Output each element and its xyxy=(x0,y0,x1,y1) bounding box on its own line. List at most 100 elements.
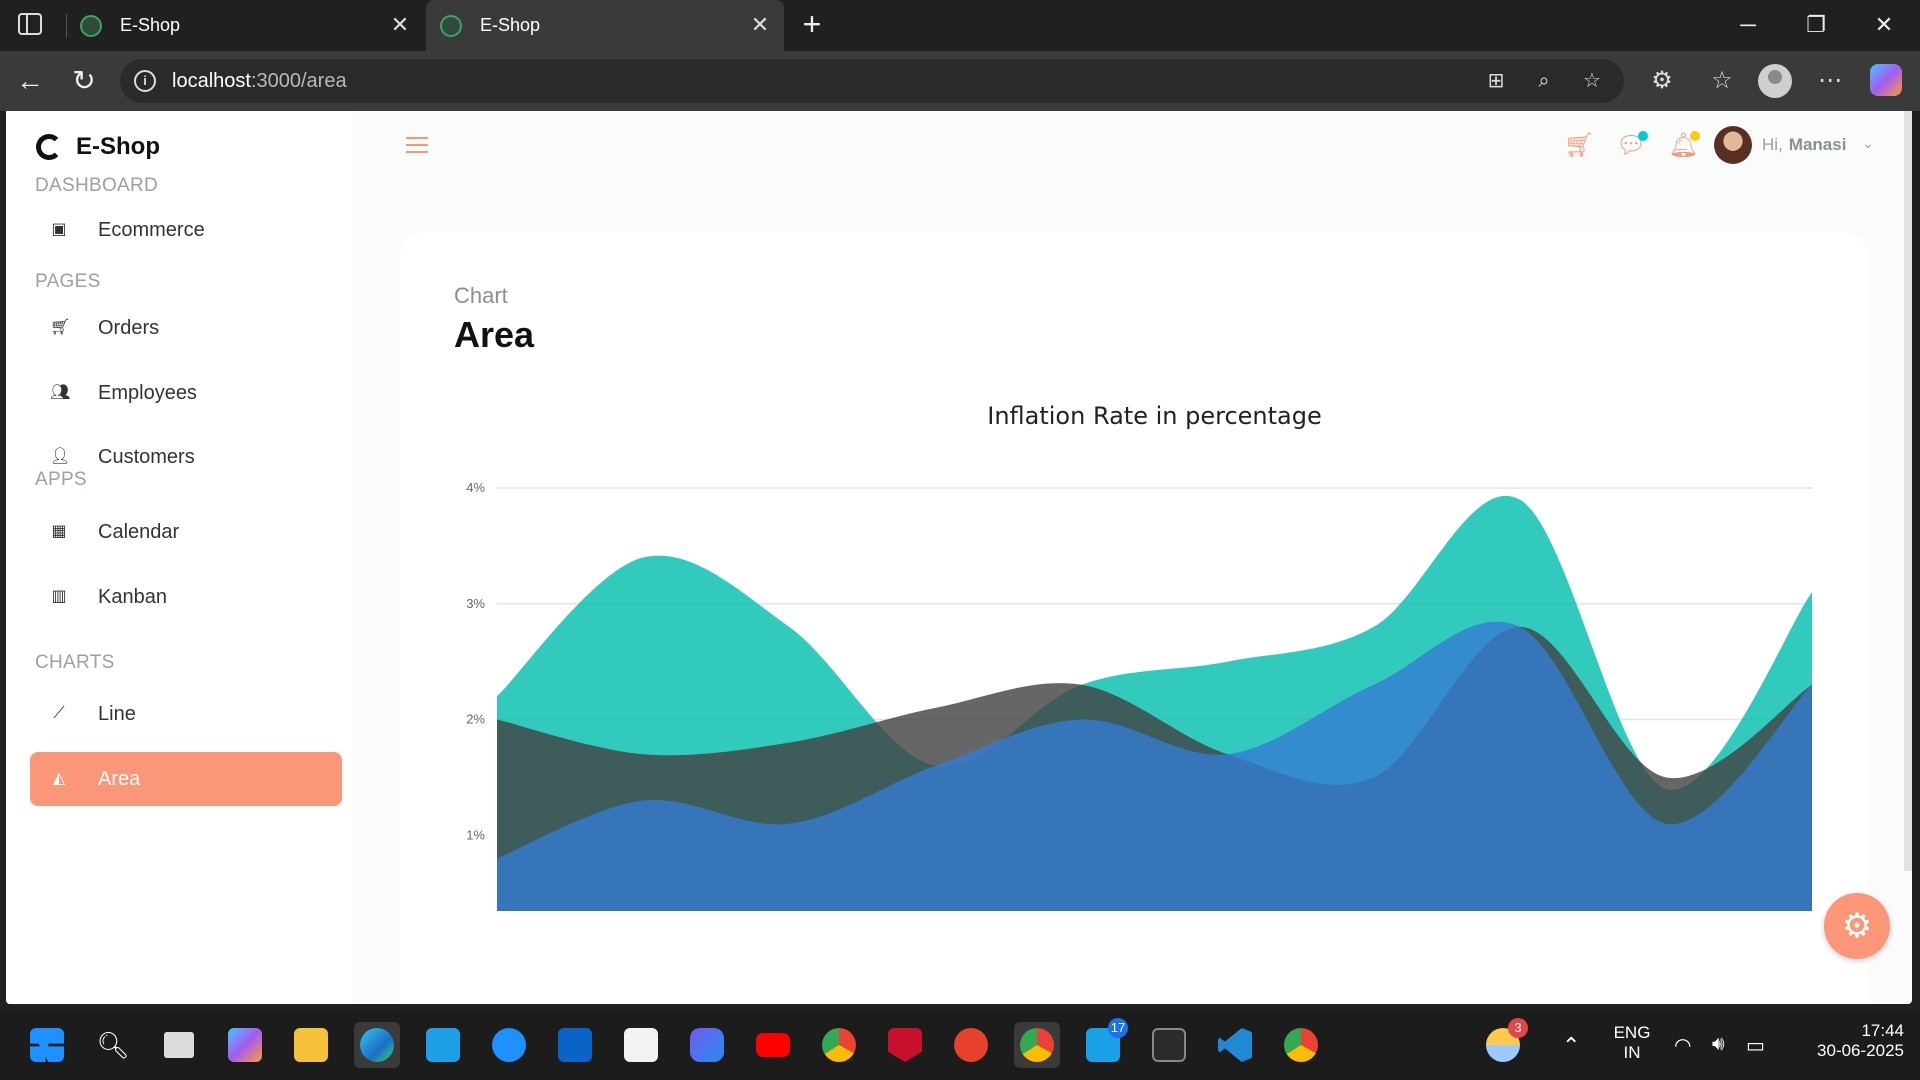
zoom-icon[interactable]: ⌕ xyxy=(1532,69,1556,93)
cart-icon[interactable]: 🛒︎ xyxy=(1564,131,1594,161)
favorite-star-icon[interactable]: ☆ xyxy=(1580,69,1604,93)
hamburger-menu-icon[interactable] xyxy=(406,137,430,157)
browser-toolbar: ← ↻ i localhost:3000/area ⊞ ⌕ ☆ ⚙ ☆ ⋯ xyxy=(0,51,1920,111)
chrome-profile-icon[interactable] xyxy=(1014,1022,1060,1068)
date: 30-06-2025 xyxy=(1817,1041,1904,1060)
bell-notification-dot xyxy=(1690,131,1700,141)
sidebar-item-employees[interactable]: 👥︎ Employees xyxy=(30,366,342,420)
edge-icon[interactable] xyxy=(354,1022,400,1068)
sidebar-item-area[interactable]: ◭ Area xyxy=(30,752,342,806)
mcafee-icon[interactable] xyxy=(882,1022,928,1068)
start-icon[interactable] xyxy=(24,1022,70,1068)
address-input[interactable]: i localhost:3000/area ⊞ ⌕ ☆ xyxy=(120,59,1624,103)
url-path: :3000/area xyxy=(250,69,347,92)
chrome-icon[interactable] xyxy=(816,1022,862,1068)
kanban-icon: ▥ xyxy=(51,588,67,605)
search-icon[interactable]: 🔍︎ xyxy=(90,1022,136,1068)
shopping-bag-icon: ▣ xyxy=(51,221,67,238)
sidebar-item-label: Ecommerce xyxy=(98,218,205,241)
section-charts: CHARTS xyxy=(35,652,115,673)
wifi-icon[interactable]: ◠ xyxy=(1674,1033,1691,1058)
close-window-icon[interactable]: ✕ xyxy=(1864,8,1904,42)
vscode-icon[interactable] xyxy=(1212,1022,1258,1068)
browser-tab-active[interactable]: E-Shop ✕ xyxy=(426,0,784,51)
sidebar-item-ecommerce[interactable]: ▣ Ecommerce xyxy=(30,203,342,257)
y-tick-label: 4% xyxy=(466,480,485,495)
wps-office-icon[interactable] xyxy=(948,1022,994,1068)
store-icon[interactable] xyxy=(618,1022,664,1068)
clock[interactable]: 17:44 30-06-2025 xyxy=(1792,1021,1904,1061)
section-pages: PAGES xyxy=(35,271,101,292)
chevron-down-icon[interactable]: ⌄ xyxy=(1862,135,1874,152)
settings-gear-icon[interactable]: ⚙ xyxy=(1824,893,1890,959)
refresh-icon[interactable]: ↻ xyxy=(68,65,100,97)
profile-icon[interactable] xyxy=(1758,64,1792,98)
weather-icon[interactable]: 3 xyxy=(1480,1018,1528,1068)
teams-icon[interactable]: 17 xyxy=(1080,1018,1128,1068)
user-name: Manasi xyxy=(1788,135,1847,154)
outlook-icon[interactable] xyxy=(552,1022,598,1068)
help-icon[interactable] xyxy=(486,1022,532,1068)
sidebar-item-calendar[interactable]: ▦ Calendar xyxy=(30,505,342,559)
language-code: ENG xyxy=(1613,1023,1651,1042)
cart-icon: 🛒︎ xyxy=(50,319,71,336)
y-tick-label: 2% xyxy=(466,712,485,727)
eshop-favicon-icon xyxy=(440,14,462,37)
sidebar-item-kanban[interactable]: ▥ Kanban xyxy=(30,570,342,624)
language-indicator[interactable]: ENG IN xyxy=(1612,1023,1652,1063)
file-explorer-icon[interactable] xyxy=(288,1022,334,1068)
time: 17:44 xyxy=(1861,1021,1904,1040)
url-host: localhost xyxy=(172,69,251,92)
back-icon[interactable]: ← xyxy=(14,65,46,97)
terminal-icon[interactable] xyxy=(1146,1022,1192,1068)
clipchamp-icon[interactable] xyxy=(684,1022,730,1068)
volume-icon[interactable]: 🔊︎ xyxy=(1712,1033,1725,1056)
area-chart: Inflation Rate in percentage0%1%2%3%4%20… xyxy=(466,402,1812,911)
y-tick-label: 1% xyxy=(466,827,485,842)
page-viewport: E-Shop DASHBOARD ▣ Ecommerce PAGES 🛒︎ Or… xyxy=(6,111,1912,1004)
site-info-icon[interactable]: i xyxy=(134,70,156,92)
section-apps: APPS xyxy=(35,469,87,490)
myhp-icon[interactable] xyxy=(420,1022,466,1068)
copilot-app-icon[interactable] xyxy=(222,1022,268,1068)
sidebar-item-line[interactable]: ⟋ Line xyxy=(30,687,342,741)
app-available-icon[interactable]: ⊞ xyxy=(1484,69,1508,93)
region-code: IN xyxy=(1623,1043,1641,1062)
eshop-favicon-icon xyxy=(80,14,102,37)
sidebar-item-label: Line xyxy=(98,702,136,725)
close-tab-icon[interactable]: ✕ xyxy=(388,13,412,37)
chart-title: Inflation Rate in percentage xyxy=(987,402,1322,430)
extensions-icon[interactable]: ⚙ xyxy=(1646,65,1678,97)
avatar[interactable] xyxy=(1714,126,1752,164)
weather-badge: 3 xyxy=(1508,1018,1528,1038)
youtube-icon[interactable] xyxy=(750,1022,796,1068)
new-tab-icon[interactable]: + xyxy=(796,8,828,40)
browser-tab-bar: E-Shop ✕ E-Shop ✕ + ─ ❐ ✕ xyxy=(0,0,1920,51)
tab-title: E-Shop xyxy=(120,15,181,35)
battery-icon[interactable]: ▭ xyxy=(1746,1033,1765,1058)
browser-tab[interactable]: E-Shop ✕ xyxy=(66,0,424,51)
favorites-icon[interactable]: ☆ xyxy=(1706,65,1738,97)
page-title: Area xyxy=(454,314,535,355)
restore-icon[interactable]: ❐ xyxy=(1796,8,1836,42)
sidebar-item-label: Customers xyxy=(98,445,195,468)
y-tick-label: 3% xyxy=(466,596,485,611)
sidebar-item-label: Orders xyxy=(98,316,160,339)
brand-logo[interactable]: E-Shop xyxy=(36,133,160,161)
tab-actions-icon[interactable] xyxy=(18,13,42,35)
line-chart-icon: ⟋ xyxy=(53,705,65,722)
taskbar: 🔍︎ 17 3 ⌃ ENG IN ◠ 🔊︎ ▭ 17:44 30-06-2025 xyxy=(0,1011,1920,1080)
sidebar: E-Shop DASHBOARD ▣ Ecommerce PAGES 🛒︎ Or… xyxy=(6,111,352,1004)
chevron-up-icon[interactable]: ⌃ xyxy=(1562,1033,1580,1059)
brand-name: E-Shop xyxy=(76,133,160,160)
close-tab-icon[interactable]: ✕ xyxy=(748,13,772,37)
copilot-icon[interactable] xyxy=(1870,64,1902,96)
sidebar-item-orders[interactable]: 🛒︎ Orders xyxy=(30,301,342,355)
sidebar-item-label: Employees xyxy=(98,381,197,404)
minimize-icon[interactable]: ─ xyxy=(1728,8,1768,42)
chrome-profile-icon[interactable] xyxy=(1278,1022,1324,1068)
user-greeting[interactable]: Hi, Manasi xyxy=(1762,135,1846,155)
more-menu-icon[interactable]: ⋯ xyxy=(1814,65,1846,97)
task-view-icon[interactable] xyxy=(156,1022,202,1068)
vertical-scrollbar[interactable] xyxy=(1904,111,1912,871)
